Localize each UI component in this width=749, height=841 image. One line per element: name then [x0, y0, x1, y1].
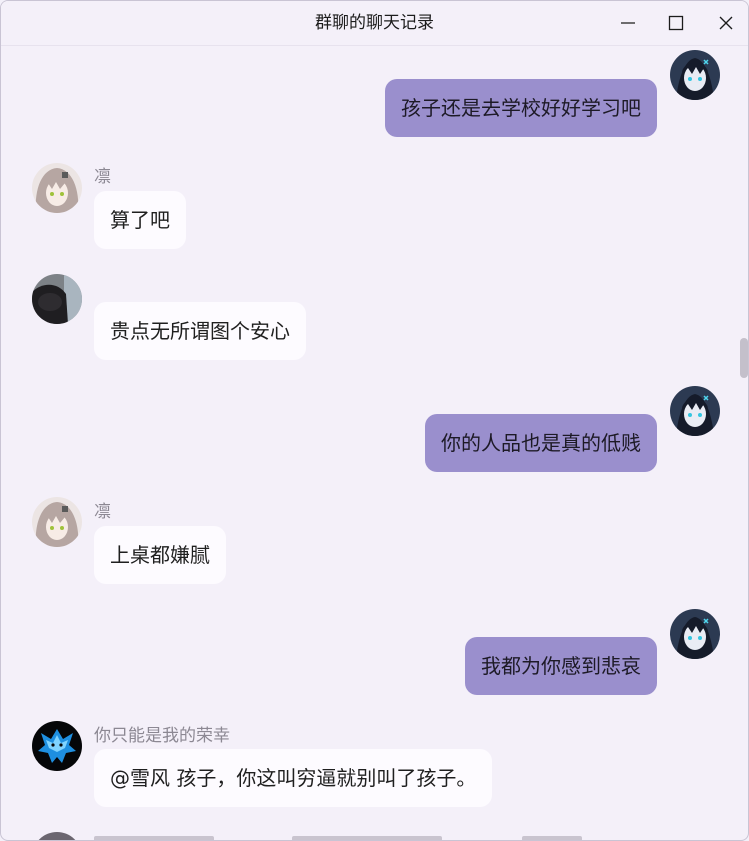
- message-bubble[interactable]: @雪风 孩子，你这叫穷逼就别叫了孩子。: [94, 749, 493, 807]
- own-avatar[interactable]: [670, 50, 720, 100]
- close-button[interactable]: [709, 7, 743, 39]
- sender-avatar[interactable]: [32, 497, 82, 547]
- message-list[interactable]: 孩子还是去学校好好学习吧 凛 算了吧 贵点无所谓图个安心 你的人品也是真的低贱 …: [1, 46, 748, 840]
- own-avatar[interactable]: [670, 609, 720, 659]
- message-bubble[interactable]: 算了吧: [94, 191, 186, 249]
- maximize-button[interactable]: [659, 7, 693, 39]
- own-avatar[interactable]: [670, 386, 720, 436]
- close-icon: [719, 16, 733, 30]
- sender-name: 凛: [94, 167, 111, 187]
- maximize-icon: [668, 15, 684, 31]
- scrollbar-thumb[interactable]: [740, 338, 748, 378]
- message-bubble[interactable]: 上桌都嫌腻: [94, 526, 226, 584]
- message-bubble[interactable]: 你的人品也是真的低贱: [425, 414, 657, 472]
- minimize-button[interactable]: [611, 7, 645, 39]
- sender-avatar[interactable]: [32, 274, 82, 324]
- message-bubble[interactable]: 贵点无所谓图个安心: [94, 302, 306, 360]
- message-bubble[interactable]: 孩子还是去学校好好学习吧: [385, 79, 657, 137]
- sender-avatar[interactable]: [32, 721, 82, 771]
- sender-avatar[interactable]: [32, 163, 82, 213]
- minimize-icon: [621, 22, 635, 24]
- chat-history-window: 群聊的聊天记录 孩子还是去学校好好学习吧 凛 算了吧 贵点无所谓图个安心 你的人…: [0, 0, 749, 841]
- sender-name: 你只能是我的荣幸: [94, 726, 230, 746]
- sender-name: 凛: [94, 502, 111, 522]
- message-bubble[interactable]: 我都为你感到悲哀: [465, 637, 657, 695]
- title-bar: 群聊的聊天记录: [1, 1, 748, 46]
- partial-message-row: [32, 832, 732, 840]
